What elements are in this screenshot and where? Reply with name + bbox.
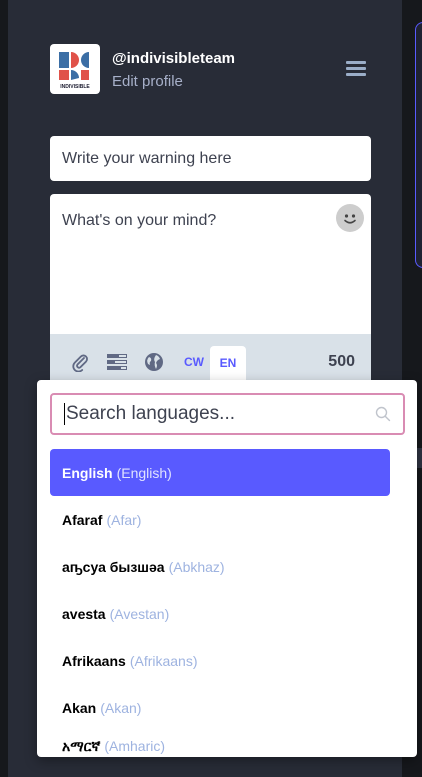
content-warning-button[interactable]: CW: [180, 350, 208, 374]
language-native-name: English: [62, 464, 113, 481]
language-search-placeholder: Search languages...: [64, 403, 236, 425]
language-english-name: (Abkhaz): [168, 558, 225, 575]
language-native-name: Akan: [62, 699, 97, 716]
content-warning-input[interactable]: Write your warning here: [50, 136, 371, 181]
language-option-amharic[interactable]: አማርኛ (Amharic): [50, 731, 390, 757]
column-card-edge: [415, 22, 422, 268]
language-option-abkhaz[interactable]: аҧсуа бызшәа (Abkhaz): [50, 543, 390, 590]
emoji-icon[interactable]: [336, 204, 364, 232]
account-header: INDIVISIBLE @indivisibleteam Edit profil…: [50, 44, 370, 96]
language-list: English (English) Afaraf (Afar) аҧсуа бызш…: [50, 449, 390, 757]
language-english-name: (Avestan): [109, 605, 170, 622]
language-option-avestan[interactable]: avesta (Avestan): [50, 590, 390, 637]
paperclip-icon[interactable]: [70, 352, 90, 373]
language-native-name: avesta: [62, 605, 106, 622]
compose-placeholder: What's on your mind?: [62, 212, 217, 229]
search-icon: [375, 406, 391, 422]
indivisible-logo: INDIVISIBLE: [59, 52, 90, 90]
language-english-name: (Afrikaans): [129, 652, 198, 669]
language-button[interactable]: EN: [210, 346, 246, 380]
language-english-name: (Afar): [106, 511, 142, 528]
language-native-name: Afaraf: [62, 511, 103, 528]
language-dropdown: Search languages... English (English) Afa…: [37, 380, 417, 757]
edit-profile-link[interactable]: Edit profile: [112, 73, 183, 90]
language-option-afar[interactable]: Afaraf (Afar): [50, 496, 390, 543]
character-counter: 500: [328, 353, 355, 370]
account-handle[interactable]: @indivisibleteam: [112, 50, 235, 67]
globe-icon[interactable]: [144, 352, 164, 372]
avatar[interactable]: INDIVISIBLE: [50, 44, 100, 94]
hamburger-icon[interactable]: [346, 61, 366, 77]
svg-text:INDIVISIBLE: INDIVISIBLE: [60, 84, 90, 90]
language-option-akan[interactable]: Akan (Akan): [50, 684, 390, 731]
language-english-name: (English): [116, 464, 172, 481]
language-english-name: (Akan): [100, 699, 142, 716]
language-native-name: Afrikaans: [62, 652, 126, 669]
language-search-input[interactable]: Search languages...: [50, 393, 405, 435]
language-option-english[interactable]: English (English): [50, 449, 390, 496]
language-native-name: аҧсуа бызшәа: [62, 558, 165, 575]
left-edge: [0, 0, 8, 777]
poll-icon[interactable]: [106, 352, 127, 372]
language-english-name: (Amharic): [104, 738, 166, 754]
language-native-name: አማርኛ: [62, 737, 101, 754]
language-option-afrikaans[interactable]: Afrikaans (Afrikaans): [50, 637, 390, 684]
